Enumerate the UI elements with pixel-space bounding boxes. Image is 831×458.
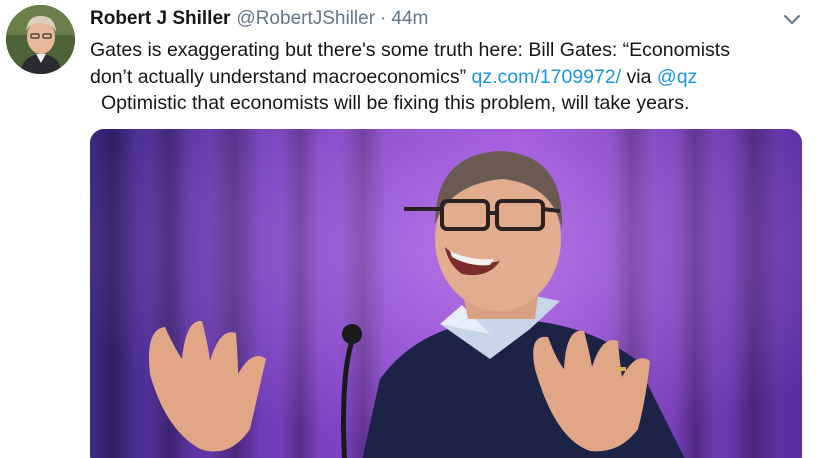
tweet-text-line-2-prefix: don’t actually understand macroeconomics… bbox=[90, 65, 472, 88]
tweet-time[interactable]: 44m bbox=[391, 8, 428, 29]
tweet: Robert J Shiller @RobertJShiller · 44m Gate… bbox=[0, 0, 831, 458]
avatar[interactable] bbox=[6, 5, 75, 74]
avatar-photo bbox=[6, 5, 75, 74]
author-handle[interactable]: @RobertJShiller bbox=[236, 8, 375, 29]
tweet-header: Robert J Shiller @RobertJShiller · 44m bbox=[90, 6, 428, 32]
tweet-text-line-1: Gates is exaggerating but there's some t… bbox=[90, 39, 730, 61]
tweet-text-line-2: don’t actually understand macroeconomics… bbox=[90, 64, 810, 91]
via-text: via bbox=[621, 65, 657, 88]
author-name[interactable]: Robert J Shiller bbox=[90, 8, 230, 29]
mention-link[interactable]: @qz bbox=[657, 66, 697, 88]
tweet-text-line-3: Optimistic that economists will be fixin… bbox=[101, 92, 690, 114]
separator-dot: · bbox=[380, 8, 387, 29]
chevron-down-icon bbox=[784, 15, 800, 24]
tweet-media[interactable] bbox=[90, 129, 802, 458]
article-link[interactable]: qz.com/1709972/ bbox=[472, 66, 622, 88]
bill-gates-photo bbox=[90, 129, 802, 458]
tweet-menu-button[interactable] bbox=[780, 8, 804, 30]
tweet-text: Gates is exaggerating but there's some t… bbox=[90, 37, 810, 117]
